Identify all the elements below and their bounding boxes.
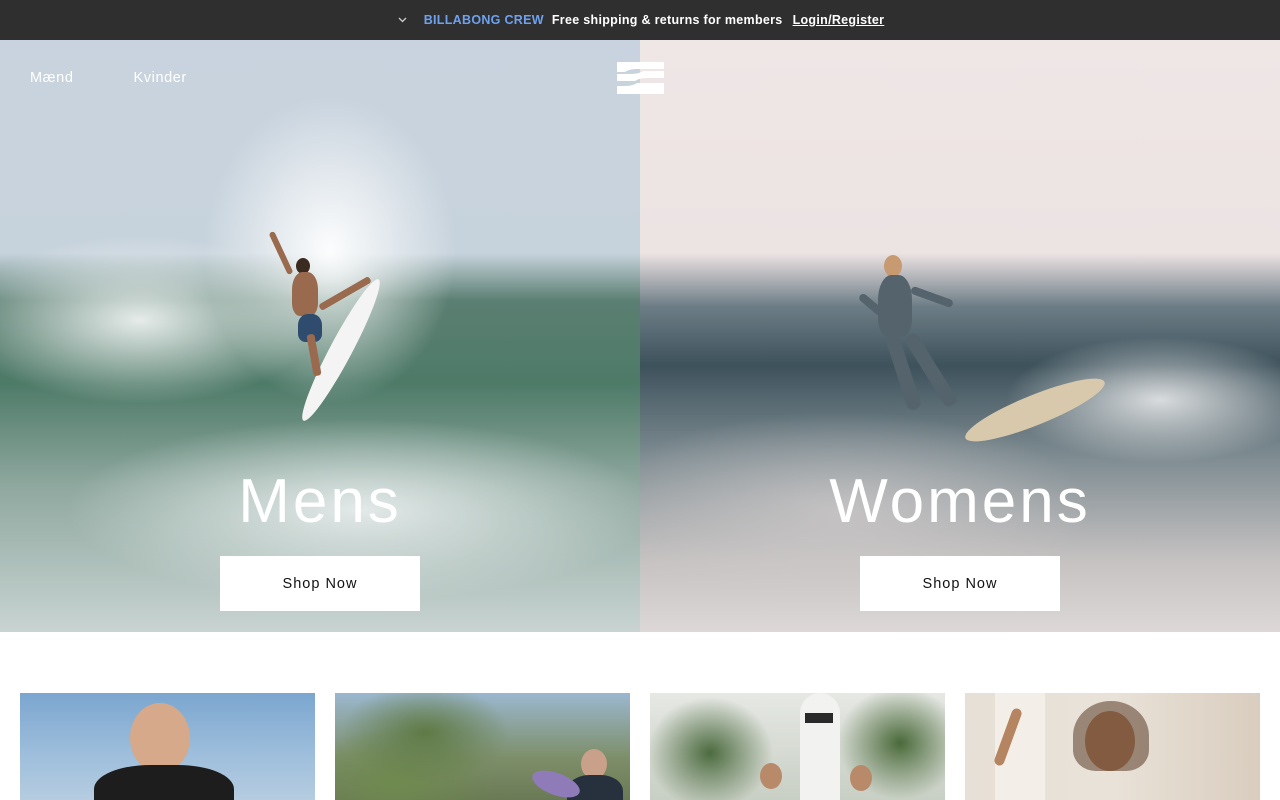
category-card-2[interactable] xyxy=(335,693,630,800)
category-card-1[interactable] xyxy=(20,693,315,800)
login-register-link[interactable]: Login/Register xyxy=(793,13,885,27)
billabong-wave-logo-icon[interactable] xyxy=(617,62,664,94)
nav-item-kvinder[interactable]: Kvinder xyxy=(134,70,187,86)
shipping-message: Free shipping & returns for members xyxy=(551,13,783,27)
hero-title-mens: Mens xyxy=(238,467,402,536)
mens-surfer-image xyxy=(268,230,410,450)
chevron-down-icon[interactable] xyxy=(396,13,410,27)
womens-surfer-image xyxy=(850,245,1111,455)
shop-now-womens-button[interactable]: Shop Now xyxy=(860,556,1060,611)
category-row xyxy=(20,693,1260,800)
announcement-bar: BILLABONG CREW Free shipping & returns f… xyxy=(0,0,1280,40)
main-nav: Mænd Kvinder xyxy=(0,40,640,116)
hero-title-womens: Womens xyxy=(829,467,1091,536)
nav-item-maend[interactable]: Mænd xyxy=(30,70,74,86)
shop-now-mens-button[interactable]: Shop Now xyxy=(220,556,420,611)
crew-label: BILLABONG CREW xyxy=(423,13,544,27)
hero-section: Mens Shop Now Womens Shop Now Mænd Kvind… xyxy=(0,40,1280,632)
category-card-4[interactable] xyxy=(965,693,1260,800)
hero-panel-mens[interactable]: Mens Shop Now xyxy=(0,40,640,632)
hero-panel-womens[interactable]: Womens Shop Now xyxy=(640,40,1280,632)
category-card-3[interactable] xyxy=(650,693,945,800)
